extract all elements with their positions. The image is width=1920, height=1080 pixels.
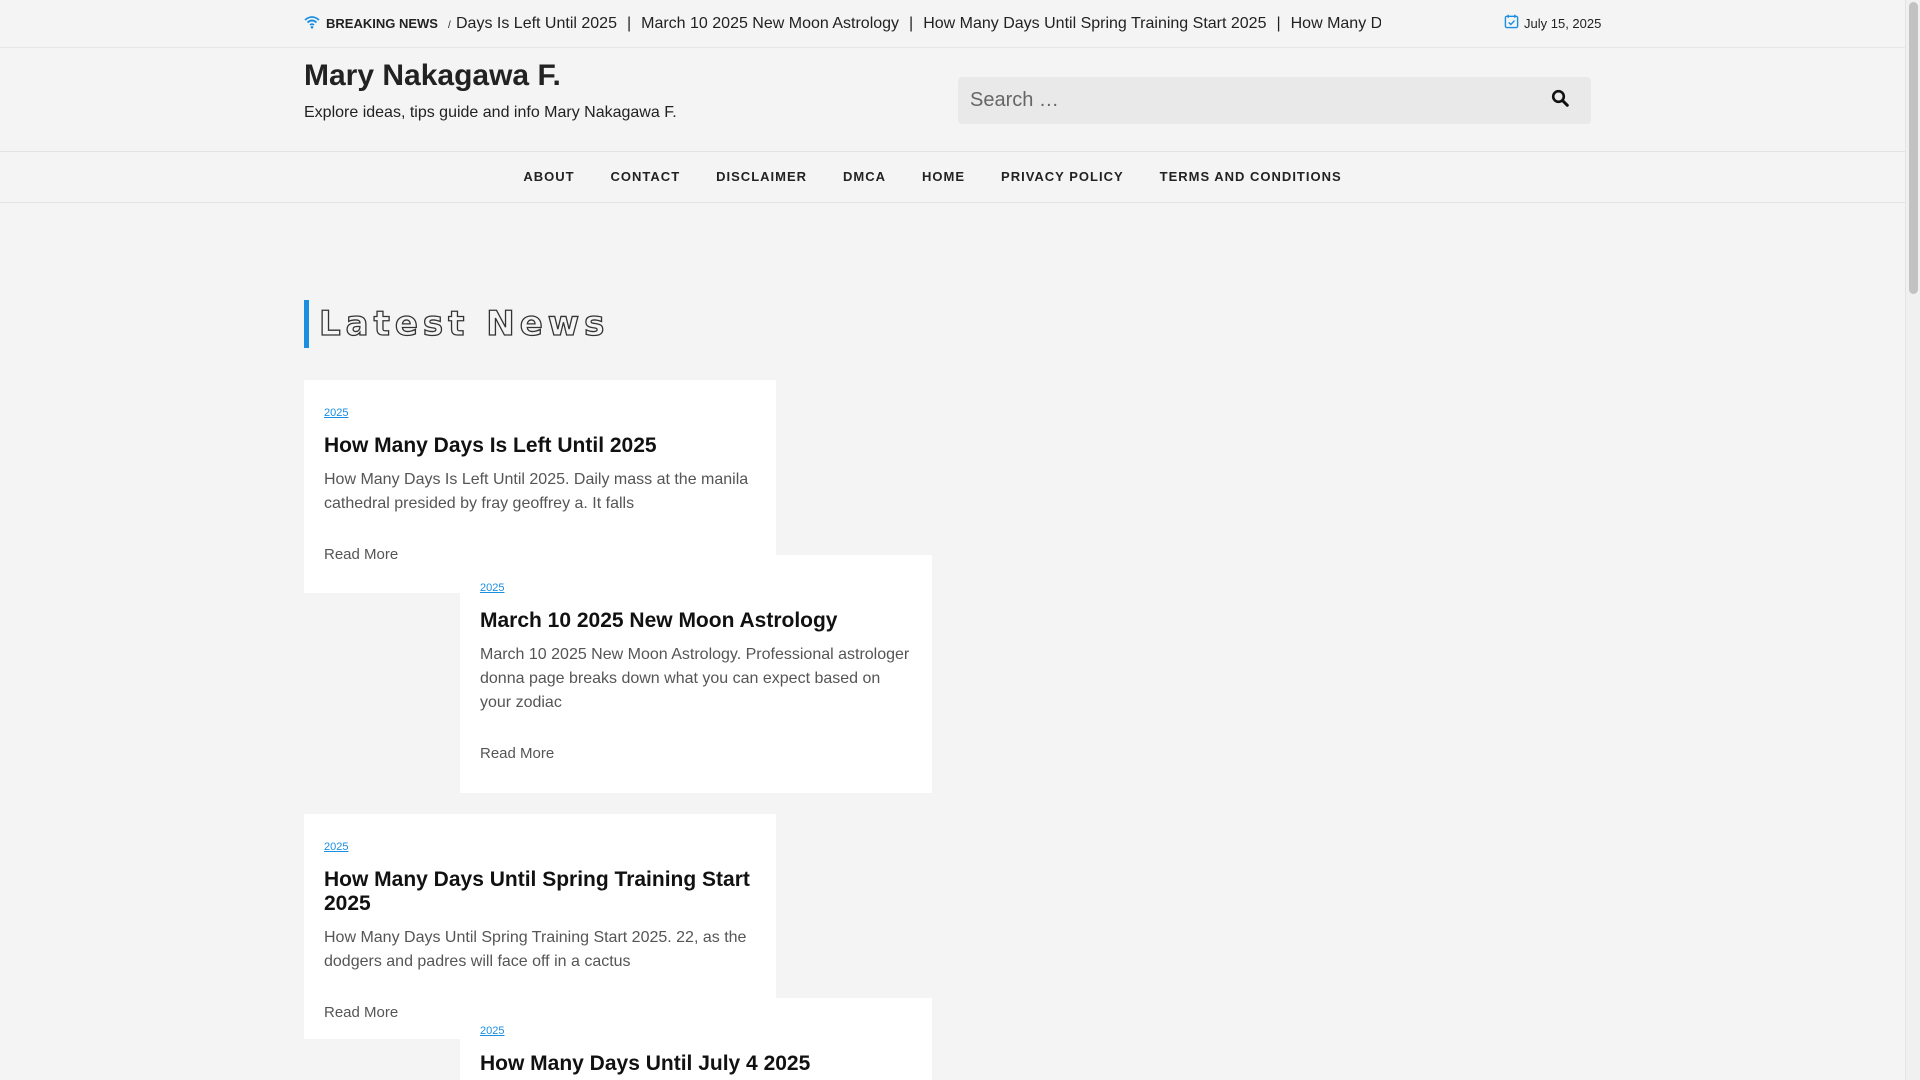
ticker-separator: | <box>909 15 914 32</box>
breaking-news-text: BREAKING NEWS <box>326 16 438 31</box>
nav-item-privacy-policy[interactable]: PRIVACY POLICY <box>983 152 1142 202</box>
nav-item-about[interactable]: ABOUT <box>505 152 592 202</box>
ticker-item[interactable]: March 10 2025 New Moon Astrology <box>641 15 899 32</box>
post-excerpt: March 10 2025 New Moon Astrology. Profes… <box>480 646 910 711</box>
post-title[interactable]: How Many Days Until July 4 2025 <box>480 1052 912 1076</box>
nav-item-terms-and-conditions[interactable]: TERMS AND CONDITIONS <box>1142 152 1360 202</box>
post-excerpt: How Many Days Until Spring Training Star… <box>324 929 747 970</box>
breaking-news-label: BREAKING NEWS <box>304 15 438 32</box>
post-title[interactable]: How Many Days Is Left Until 2025 <box>324 434 756 458</box>
post-category[interactable]: 2025 <box>324 407 348 419</box>
post-card: 2025 How Many Days Until July 4 2025 <box>460 998 932 1080</box>
main-navigation: ABOUT CONTACT DISCLAIMER DMCA HOME PRIVA… <box>0 151 1905 203</box>
post-category[interactable]: 2025 <box>480 582 504 594</box>
section-title: Latest News <box>318 303 610 344</box>
search-icon <box>1551 89 1569 112</box>
post-title[interactable]: March 10 2025 New Moon Astrology <box>480 609 912 633</box>
ticker-item[interactable]: How Many Days Until Spring Training Star… <box>923 15 1266 32</box>
ticker-item[interactable]: How Many Da <box>1291 15 1381 32</box>
search-button[interactable] <box>1544 86 1576 114</box>
ticker-separator: | <box>626 15 632 32</box>
current-date: July 15, 2025 <box>1504 14 1601 32</box>
scrollbar-thumb[interactable] <box>1909 2 1918 294</box>
ticker-slash-icon: / <box>448 20 451 31</box>
site-tagline: Explore ideas, tips guide and info Mary … <box>304 104 677 121</box>
post-category[interactable]: 2025 <box>324 841 348 853</box>
nav-item-home[interactable]: HOME <box>904 152 983 202</box>
news-ticker: / Days Is Left Until 2025 | March 10 2025 N… <box>448 12 1381 36</box>
nav-item-contact[interactable]: CONTACT <box>593 152 699 202</box>
calendar-check-icon <box>1504 14 1519 32</box>
site-header <box>0 49 1905 151</box>
ticker-item[interactable]: Days Is Left Until 2025 <box>456 15 617 32</box>
search-input[interactable] <box>958 77 1591 124</box>
top-bar: BREAKING NEWS / Days Is Left Until 2025 | M… <box>0 0 1905 48</box>
nav-item-disclaimer[interactable]: DISCLAIMER <box>698 152 825 202</box>
date-text: July 15, 2025 <box>1524 15 1602 31</box>
nav-item-dmca[interactable]: DMCA <box>825 152 904 202</box>
post-category[interactable]: 2025 <box>480 1025 504 1037</box>
ticker-separator: | <box>1276 15 1281 32</box>
page-scrollbar[interactable] <box>1905 0 1920 1080</box>
read-more-link[interactable]: Read More <box>480 745 912 762</box>
site-title[interactable]: Mary Nakagawa F. <box>304 59 561 93</box>
wifi-icon <box>304 15 320 32</box>
post-title[interactable]: How Many Days Until Spring Training Star… <box>324 868 756 916</box>
post-card: 2025 March 10 2025 New Moon Astrology Ma… <box>460 555 932 793</box>
section-heading: Latest News <box>304 300 609 348</box>
post-excerpt: How Many Days Is Left Until 2025. Daily … <box>324 471 749 512</box>
